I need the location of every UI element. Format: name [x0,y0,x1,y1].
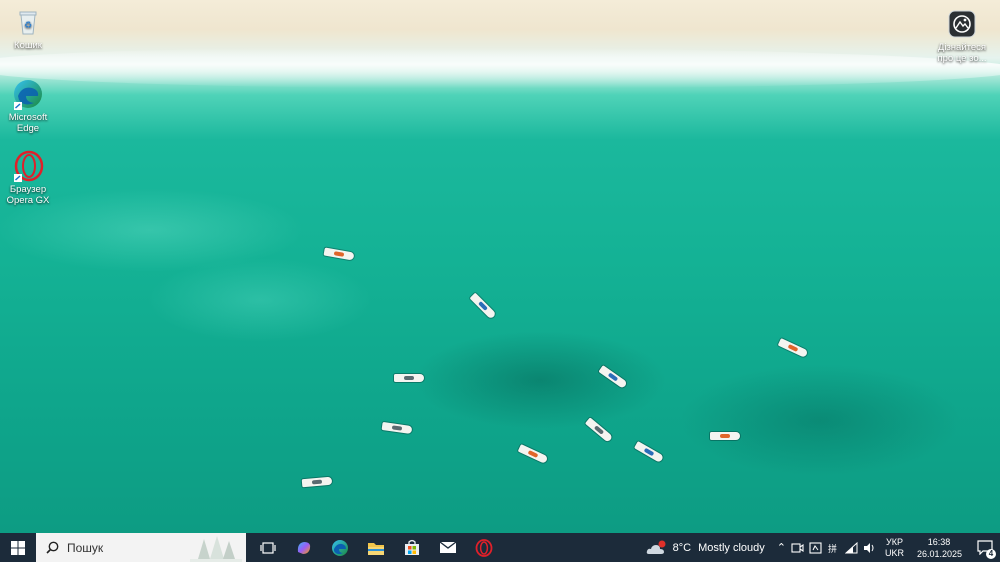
meet-now-icon[interactable] [791,542,804,554]
mail-button[interactable] [430,533,466,562]
windows-start-icon [11,540,25,555]
boat [777,338,809,358]
opera-gx-icon [12,150,44,182]
search-box[interactable]: Пошук [36,533,246,562]
weather-condition: Mostly cloudy [698,541,765,554]
boat [584,417,614,443]
desktop-icon-label: Браузер Opera GX [6,184,50,206]
svg-text:拼: 拼 [828,543,837,554]
notification-center-button[interactable]: 4 [972,533,998,562]
search-placeholder: Пошук [67,540,104,555]
cloudy-weather-icon [646,540,666,554]
notification-badge: 4 [986,549,996,559]
microsoft-store-icon [405,539,419,555]
language-indicator[interactable]: УКР UKR [885,537,904,559]
boat [598,365,628,389]
desktop-icon-spotlight[interactable]: Дізнайтеся про це зо... [932,8,992,64]
desktop-icon-recycle-bin[interactable]: ♻ Кошик [0,6,56,51]
desktop-icon-label: Microsoft Edge [8,112,48,134]
copilot-button[interactable] [286,533,322,562]
weather-temp: 8°C [672,541,692,554]
boat [710,432,740,440]
volume-icon[interactable] [863,542,876,554]
recycle-bin-icon: ♻ [12,6,44,38]
system-tray: ⌃ 拼 УКР UKR 16:38 26.01.2025 4 [777,533,1000,562]
boat [634,441,664,463]
edge-icon [332,539,348,556]
tablet-icon[interactable] [809,541,822,554]
clock-date: 26.01.2025 [917,548,963,559]
start-button[interactable] [0,533,36,562]
opera-gx-icon [475,538,493,557]
taskbar-edge-button[interactable] [322,533,358,562]
file-explorer-icon [368,542,384,555]
boat [381,421,413,435]
boat [323,247,355,261]
language-line1: УКР [886,536,903,547]
spotlight-icon [946,8,978,40]
clock[interactable]: 16:38 26.01.2025 [917,536,963,560]
boat [394,374,424,382]
input-indicator-icon[interactable]: 拼 [827,542,840,554]
task-view-button[interactable] [250,533,286,562]
microsoft-store-button[interactable] [394,533,430,562]
boat [301,476,333,488]
taskbar-opera-gx-button[interactable] [466,533,502,562]
task-view-icon [260,541,276,554]
mail-icon [439,541,457,553]
network-icon[interactable] [844,541,858,554]
language-line2: UKR [884,547,904,558]
search-icon [46,541,59,554]
desktop-icon-label: Дізнайтеся про це зо... [937,42,987,64]
search-highlight-trees-icon [190,536,242,562]
desktop-wallpaper: ♻ Кошик Microsoft Edge Браузер Opera GX … [0,0,1000,533]
file-explorer-button[interactable] [358,533,394,562]
desktop-icon-microsoft-edge[interactable]: Microsoft Edge [0,78,56,134]
boat [469,292,497,320]
boat [517,444,549,464]
chevron-up-icon[interactable]: ⌃ [777,541,786,554]
desktop-icon-label: Кошик [14,40,42,51]
desktop-icon-opera-gx[interactable]: Браузер Opera GX [0,150,56,206]
wave-foam [0,48,1000,88]
weather-widget[interactable]: 8°C Mostly cloudy [646,540,765,556]
taskbar: Пошук 8°C Mostly cloudy ⌃ 拼 УКР UKR 16:3… [0,533,1000,562]
copilot-icon [297,541,311,554]
svg-text:♻: ♻ [24,21,32,31]
edge-icon [12,78,44,110]
clock-time: 16:38 [927,536,951,547]
